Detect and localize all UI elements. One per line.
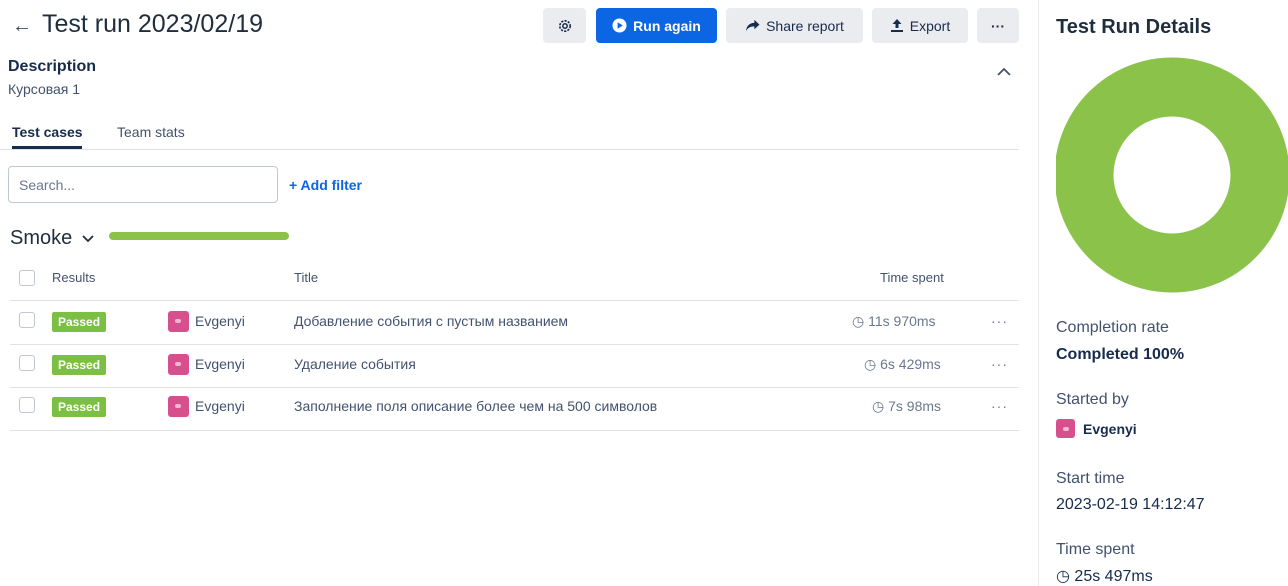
- play-circle-icon: [612, 18, 627, 33]
- assignee-name: Evgenyi: [195, 313, 245, 329]
- gear-icon: [558, 19, 571, 32]
- tab-test-cases[interactable]: Test cases: [12, 124, 83, 140]
- results-column-header: Results: [52, 270, 96, 285]
- run-again-button[interactable]: Run again: [596, 8, 717, 43]
- time-spent: ◷ 7s 98ms: [872, 398, 941, 415]
- row-more-button[interactable]: ···: [991, 313, 1008, 329]
- donut-completed-arc: [1056, 57, 1288, 293]
- time-spent-value: ◷ 25s 497ms: [1056, 566, 1153, 586]
- row-divider: [10, 430, 1019, 431]
- clock-icon: ◷: [852, 313, 865, 329]
- title-column-header: Title: [294, 270, 319, 285]
- row-checkbox[interactable]: [19, 312, 35, 328]
- row-divider: [10, 387, 1019, 388]
- status-badge: Passed: [52, 312, 107, 332]
- suite-name: Smoke: [10, 227, 73, 249]
- upload-icon: [890, 19, 903, 32]
- select-all-checkbox[interactable]: [19, 270, 35, 286]
- time-value: 11s 970ms: [868, 313, 936, 329]
- time-spent-label: Time spent: [1056, 541, 1135, 558]
- settings-button[interactable]: [543, 8, 586, 43]
- time-value: 7s 98ms: [888, 398, 942, 414]
- test-case-title[interactable]: Удаление события: [294, 356, 416, 372]
- time-spent-text: 25s 497ms: [1074, 568, 1153, 585]
- completion-rate-label: Completion rate: [1056, 319, 1169, 336]
- row-divider: [10, 300, 1019, 301]
- suite-header[interactable]: Smoke: [10, 227, 95, 250]
- chevron-up-icon[interactable]: [996, 66, 1012, 78]
- export-label: Export: [909, 17, 951, 34]
- run-again-label: Run again: [633, 17, 701, 34]
- start-time-value: 2023-02-19 14:12:47: [1056, 496, 1205, 513]
- panel-divider: [1038, 0, 1039, 586]
- started-by-value: Evgenyi: [1083, 421, 1137, 437]
- clock-icon: ◷: [864, 356, 877, 372]
- time-spent: ◷ 11s 970ms: [852, 313, 936, 330]
- clock-icon: ◷: [1056, 568, 1070, 585]
- status-badge: Passed: [52, 397, 107, 417]
- share-report-button[interactable]: Share report: [726, 8, 863, 43]
- row-checkbox[interactable]: [19, 355, 35, 371]
- tab-bar: Test cases Team stats: [0, 124, 1019, 150]
- page-title: ← Test run 2023/02/19: [12, 10, 263, 39]
- time-column-header: Time spent: [880, 270, 944, 285]
- export-button[interactable]: Export: [872, 8, 968, 43]
- test-case-title[interactable]: Заполнение поля описание более чем на 50…: [294, 398, 657, 414]
- suite-progress-bar: [109, 232, 289, 240]
- assignee-name: Evgenyi: [195, 398, 245, 414]
- test-case-title[interactable]: Добавление события с пустым названием: [294, 313, 568, 329]
- avatar: [168, 396, 189, 417]
- status-badge: Passed: [52, 355, 107, 375]
- share-report-label: Share report: [766, 17, 844, 34]
- details-title: Test Run Details: [1056, 16, 1212, 38]
- back-arrow-icon[interactable]: ←: [12, 15, 32, 37]
- row-more-button[interactable]: ···: [991, 356, 1008, 372]
- row-divider: [10, 344, 1019, 345]
- started-by-label: Started by: [1056, 391, 1129, 408]
- chevron-down-icon: [82, 235, 94, 243]
- completion-rate-value: Completed 100%: [1056, 346, 1185, 363]
- avatar: [1056, 419, 1075, 438]
- more-actions-button[interactable]: ···: [977, 8, 1019, 43]
- description-text: Курсовая 1: [8, 81, 81, 97]
- start-time-label: Start time: [1056, 470, 1125, 487]
- assignee-name: Evgenyi: [195, 356, 245, 372]
- description-label: Description: [8, 58, 97, 75]
- row-more-button[interactable]: ···: [991, 398, 1008, 414]
- page-title-text: Test run 2023/02/19: [42, 10, 263, 38]
- clock-icon: ◷: [872, 398, 885, 414]
- avatar: [168, 354, 189, 375]
- row-checkbox[interactable]: [19, 397, 35, 413]
- share-arrow-icon: [746, 19, 760, 32]
- avatar: [168, 311, 189, 332]
- add-filter-link[interactable]: + Add filter: [289, 177, 362, 193]
- time-spent: ◷ 6s 429ms: [864, 356, 941, 373]
- active-tab-indicator: [12, 146, 82, 149]
- search-input[interactable]: Search...: [8, 166, 278, 203]
- tab-team-stats[interactable]: Team stats: [117, 124, 185, 140]
- time-value: 6s 429ms: [880, 356, 941, 372]
- completion-donut-chart: [1056, 57, 1288, 293]
